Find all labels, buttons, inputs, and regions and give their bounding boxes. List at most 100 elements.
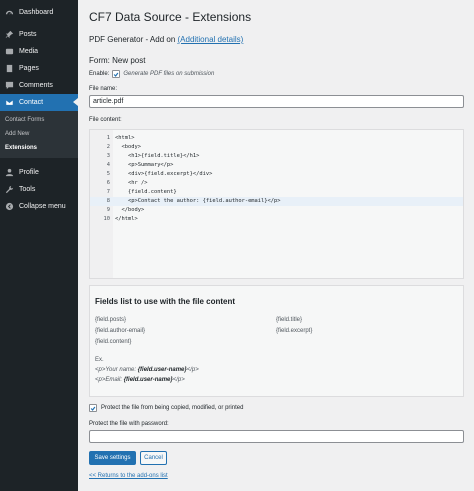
example-line-2: <p>Email: {field.user-name}</p> [95, 377, 185, 383]
sidebar-item-label: Posts [19, 31, 37, 38]
wrench-icon [4, 185, 14, 195]
code-text: {field.content} [115, 189, 177, 195]
sidebar-item-tools[interactable]: Tools [0, 181, 78, 198]
form-title: Form: New post [89, 56, 146, 65]
fields-list-box: Fields list to use with the file content… [89, 285, 464, 397]
field-tag: {field.excerpt} [276, 328, 313, 334]
fields-list-title: Fields list to use with the file content [95, 297, 236, 306]
code-line: 5 <div>{field.excerpt}</div> [90, 170, 463, 179]
protect-row: Protect the file from being copied, modi… [89, 404, 243, 412]
sidebar-item-label: Comments [19, 82, 53, 89]
envelope-icon [4, 98, 14, 108]
sidebar-item-label: Collapse menu [19, 203, 66, 210]
field-tag: {field.content} [95, 339, 132, 345]
field-tag: {field.posts} [95, 317, 127, 323]
code-line: 6 <hr /> [90, 179, 463, 188]
pin-icon [4, 30, 14, 40]
line-number: 8 [106, 198, 110, 204]
back-to-addons-link[interactable]: << Returns to the add-ons list [89, 473, 168, 479]
line-number: 1 [106, 135, 110, 141]
example-field: {field.user-name} [137, 367, 187, 373]
example-text: <p>Email: [95, 377, 124, 383]
page-icon [4, 64, 14, 74]
protect-label: Protect the file from being copied, modi… [101, 405, 244, 411]
submenu-add-new[interactable]: Add New [5, 131, 29, 137]
save-settings-button[interactable]: Save settings [89, 451, 136, 465]
example-text: <p>Your name: [95, 367, 138, 373]
line-number: 9 [106, 207, 110, 213]
sidebar-item-label: Tools [19, 186, 36, 193]
submenu-extensions[interactable]: Extensions [5, 145, 37, 151]
line-number: 10 [103, 216, 111, 222]
code-line: 3 <h1>{field.title}</h1> [90, 152, 463, 161]
example-line-1: <p>Your name: {field.user-name}</p> [95, 367, 199, 373]
protect-checkbox[interactable] [89, 404, 97, 412]
code-line: 1 <html> [90, 134, 463, 143]
sidebar-item-collapse[interactable]: Collapse menu [0, 198, 78, 215]
checkmark-icon [114, 72, 119, 77]
code-text: <h1>{field.title}</h1> [115, 153, 200, 159]
line-number: 4 [106, 162, 110, 168]
line-number: 7 [106, 189, 110, 195]
sidebar-item-comments[interactable]: Comments [0, 77, 78, 94]
file-name-label: File name: [89, 86, 118, 92]
contact-submenu: Contact Forms Add New Extensions [0, 111, 78, 158]
example-text: </p> [172, 377, 185, 383]
code-line: 7 {field.content} [90, 188, 463, 197]
file-content-label: File content: [89, 117, 122, 123]
sidebar-item-label: Media [19, 48, 39, 55]
code-editor[interactable]: 1 <html> 2 <body> 3 <h1>{field.title}</h1> 4… [89, 129, 464, 279]
code-text: </body> [115, 207, 145, 213]
user-icon [4, 168, 14, 178]
media-icon [4, 47, 14, 57]
example-field: {field.user-name} [123, 377, 173, 383]
sidebar-item-profile[interactable]: Profile [0, 164, 78, 181]
sidebar-item-media[interactable]: Media [0, 43, 78, 60]
sidebar-item-label: Dashboard [19, 9, 54, 16]
code-text: <hr /> [115, 180, 148, 186]
sidebar-item-posts[interactable]: Posts [0, 26, 78, 43]
sidebar-item-pages[interactable]: Pages [0, 60, 78, 77]
sidebar-item-contact[interactable]: Contact [0, 94, 78, 111]
line-number: 2 [106, 144, 110, 150]
sidebar-item-label: Profile [19, 169, 39, 176]
code-text: </html> [115, 216, 138, 222]
sidebar-item-label: Pages [19, 65, 39, 72]
sidebar-item-dashboard[interactable]: Dashboard [0, 4, 78, 21]
line-number: 3 [106, 153, 110, 159]
cancel-button[interactable]: Cancel [140, 451, 167, 465]
enable-checkbox[interactable] [112, 70, 121, 78]
file-name-input[interactable]: article.pdf [89, 95, 464, 108]
admin-sidebar: Dashboard Posts Media Pages Comments Con… [0, 0, 78, 491]
enable-hint: Generate PDF files on submission [123, 71, 215, 77]
dashboard-icon [4, 8, 14, 18]
enable-row: Enable: Generate PDF files on submission [89, 70, 214, 78]
page-title: CF7 Data Source - Extensions [89, 10, 252, 24]
code-text: <html> [115, 135, 135, 141]
addon-heading: PDF Generator - Add on (Additional detai… [89, 35, 243, 44]
line-number: 6 [106, 180, 110, 186]
code-line: 8 <p>Contact the author: {field.author-e… [90, 197, 463, 206]
comment-icon [4, 81, 14, 91]
field-tag: {field.title} [276, 317, 303, 323]
sidebar-item-label: Contact [19, 99, 44, 106]
code-line: 9 </body> [90, 206, 463, 215]
code-text: <p>Summary</p> [115, 162, 174, 168]
addon-name: PDF Generator - Add on [89, 35, 176, 44]
password-label: Protect the file with password: [89, 421, 169, 427]
collapse-icon [4, 202, 14, 212]
line-number: 5 [106, 171, 110, 177]
code-line: 10 </html> [90, 215, 463, 224]
example-label: Ex. [95, 357, 104, 363]
example-text: </p> [186, 367, 199, 373]
checkmark-icon [90, 406, 96, 411]
code-line: 2 <body> [90, 143, 463, 152]
enable-label: Enable: [89, 71, 110, 77]
password-input[interactable] [89, 430, 464, 443]
submenu-contact-forms[interactable]: Contact Forms [5, 117, 44, 123]
field-tag: {field.author-email} [95, 328, 146, 334]
code-text: <p>Contact the author: {field.author-ema… [115, 198, 281, 204]
code-text: <div>{field.excerpt}</div> [115, 171, 213, 177]
additional-details-link[interactable]: (Additional details) [178, 35, 244, 44]
code-text: <body> [115, 144, 141, 150]
